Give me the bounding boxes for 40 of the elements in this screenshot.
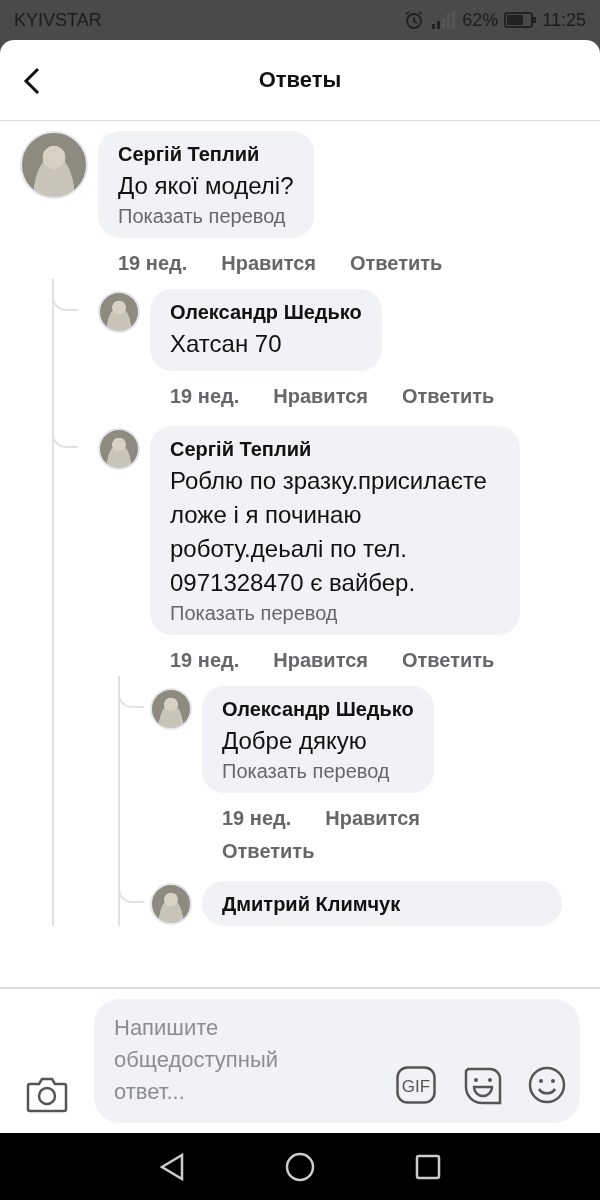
show-translation-link[interactable]: Показать перевод — [222, 760, 414, 783]
back-icon[interactable] — [159, 1152, 185, 1181]
reply-link[interactable]: Ответить — [222, 840, 315, 863]
comment-text: Добре дякую — [222, 726, 368, 756]
author-name[interactable]: Олександр Шедько — [170, 301, 362, 324]
comment-time: 19 нед. — [170, 385, 240, 408]
like-link[interactable]: Нравится — [273, 649, 368, 672]
battery-icon — [504, 12, 537, 28]
like-link[interactable]: Нравится — [325, 807, 420, 830]
gif-icon[interactable]: GIF — [396, 1066, 436, 1104]
show-translation-link[interactable]: Показать перевод — [118, 205, 294, 228]
avatar-photo[interactable] — [98, 291, 140, 333]
reply-link[interactable]: Ответить — [349, 252, 443, 275]
avatar-photo[interactable] — [150, 883, 192, 925]
signal-icon — [430, 10, 457, 30]
reply-input-field[interactable]: Напишите общедоступный ответ... GIF — [94, 999, 580, 1123]
avatar-photo[interactable] — [98, 428, 140, 470]
comment-text: Хатсан 70 — [170, 329, 283, 359]
comment-time: 19 нед. — [118, 252, 188, 275]
alarm-icon — [404, 10, 425, 30]
like-link[interactable]: Нравится — [273, 385, 368, 408]
avatar-photo[interactable] — [150, 688, 192, 730]
reply-link[interactable]: Ответить — [401, 385, 495, 408]
page-title: Ответы — [258, 67, 342, 93]
camera-icon[interactable] — [26, 1075, 68, 1113]
comment-text: До якої моделі? — [118, 171, 294, 201]
comment-time: 19 нед. — [170, 649, 240, 672]
author-name[interactable]: Дмитрий Климчук — [222, 893, 542, 916]
reply-link[interactable]: Ответить — [401, 649, 495, 672]
author-name[interactable]: Сергій Теплий — [170, 438, 500, 461]
comment-text: Роблю по зразку.присилаєте ложе і я починаю роботу.деьалі по тел. 0971328470 є вайбер. — [170, 466, 488, 598]
author-name[interactable]: Сергій Теплий — [118, 143, 294, 166]
sticker-icon[interactable] — [462, 1065, 502, 1105]
emoji-icon[interactable] — [528, 1066, 566, 1104]
home-icon[interactable] — [285, 1151, 315, 1182]
recents-icon[interactable] — [415, 1153, 441, 1180]
author-name[interactable]: Олександр Шедько — [222, 698, 414, 721]
show-translation-link[interactable]: Показать перевод — [170, 602, 500, 625]
like-link[interactable]: Нравится — [221, 252, 316, 275]
comment-time: 19 нед. — [222, 807, 292, 830]
